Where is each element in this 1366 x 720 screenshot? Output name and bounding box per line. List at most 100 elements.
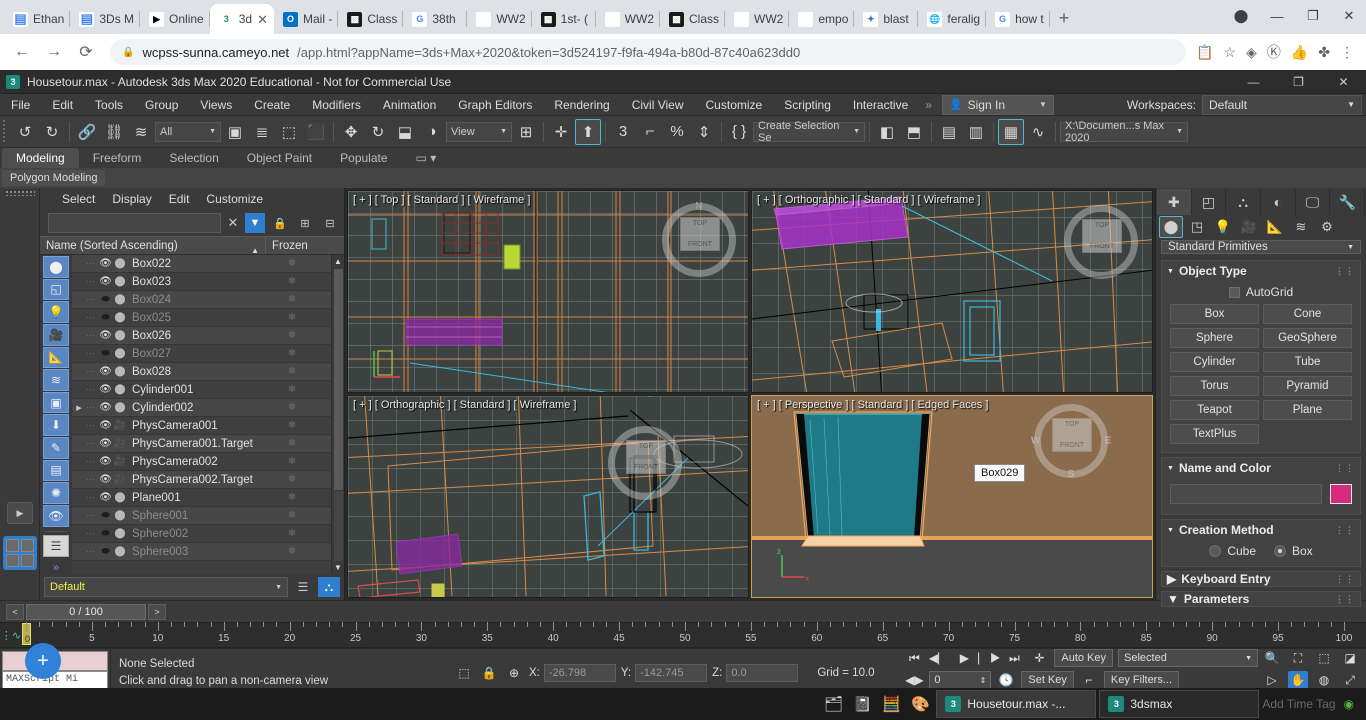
- systems-icon[interactable]: ⚙: [1315, 216, 1339, 238]
- list-item[interactable]: ▶ ⋯ 👁 ⬤ Cylinder002 ❄: [72, 399, 331, 417]
- browser-tab[interactable]: ▤ WW2: [467, 4, 533, 34]
- scroll-up-icon[interactable]: ▲: [334, 255, 342, 268]
- frozen-icon[interactable]: ❄: [253, 402, 331, 413]
- nvidia-icon[interactable]: ◉: [1344, 697, 1354, 711]
- taskbar-window-3dsmax[interactable]: 3 3dsmax: [1099, 690, 1260, 718]
- list-item[interactable]: ⋯ 👁 ⬤ Box028 ❄: [72, 363, 331, 381]
- orbit-icon[interactable]: ◍: [1314, 671, 1334, 689]
- next-frame-button[interactable]: >: [148, 603, 166, 620]
- box-radio[interactable]: Box: [1274, 544, 1313, 558]
- explorer-menu-select[interactable]: Select: [62, 192, 95, 206]
- menu-create[interactable]: Create: [243, 94, 301, 116]
- explorer-icon[interactable]: 🗂: [820, 691, 846, 717]
- list-item[interactable]: ⋯ 👁 ⬤ Box023 ❄: [72, 273, 331, 291]
- pyramid-button[interactable]: Pyramid: [1263, 376, 1352, 396]
- menu-group[interactable]: Group: [134, 94, 189, 116]
- star-icon[interactable]: ☆: [1223, 44, 1236, 61]
- viewport-label[interactable]: [ + ] [ Orthographic ] [ Standard ] [ Wi…: [353, 399, 576, 411]
- time-configuration-icon[interactable]: 🕓: [996, 671, 1016, 689]
- lock-icon[interactable]: 🔒: [270, 213, 290, 233]
- y-coordinate[interactable]: Y:: [621, 663, 708, 682]
- explorer-scrollbar[interactable]: ▲ ▼: [331, 255, 344, 574]
- select-by-name-icon[interactable]: ≣: [249, 119, 275, 145]
- set-key-mode-icon[interactable]: ✛: [1029, 649, 1049, 667]
- go-to-end-icon[interactable]: ⏭: [1004, 649, 1024, 667]
- list-item[interactable]: ⋯ 👁 🎥 PhysCamera002 ❄: [72, 453, 331, 471]
- expand-rail-icon[interactable]: ▶: [7, 502, 33, 524]
- scrollbar-thumb[interactable]: [333, 269, 343, 490]
- visibility-icon[interactable]: ⬬: [98, 546, 113, 557]
- frozen-icon[interactable]: ❄: [253, 420, 331, 431]
- address-bar[interactable]: 🔒 wcpss-sunna.cameyo.net/app.html?appNam…: [110, 39, 1187, 65]
- viewcube[interactable]: TOP FRONT W E S: [1031, 404, 1111, 480]
- window-crossing-icon[interactable]: ⬛: [303, 119, 329, 145]
- expand-all-icon[interactable]: ⊞: [295, 213, 315, 233]
- filter-icon[interactable]: ▼: [245, 213, 265, 233]
- percent-icon[interactable]: %: [664, 119, 690, 145]
- key-filters-button[interactable]: Key Filters...: [1103, 671, 1180, 689]
- angle-snap-icon[interactable]: ⬆: [575, 118, 601, 145]
- add-time-tag-label[interactable]: Add Time Tag: [1262, 697, 1335, 711]
- display-tab[interactable]: 🖵: [1296, 189, 1331, 215]
- tab-selection[interactable]: Selection: [155, 148, 232, 168]
- menu-rendering[interactable]: Rendering: [543, 94, 620, 116]
- visibility-icon[interactable]: 👁: [98, 384, 113, 395]
- browser-tab[interactable]: O Mail -: [274, 4, 339, 34]
- maximize-icon[interactable]: ❐: [1296, 2, 1330, 30]
- column-name[interactable]: Name (Sorted Ascending) ▲: [40, 237, 266, 255]
- scene-object-list[interactable]: ⋯ 👁 ⬤ Box022 ❄ ⋯ 👁 ⬤ Box023 ❄ ⋯ ⬬ ⬤ Box024 ❄ ⋯ ⬬ ⬤ Box0…: [72, 255, 331, 574]
- mirror-icon[interactable]: ◧: [874, 119, 900, 145]
- list-item[interactable]: ⋯ ⬬ ⬤ Sphere002 ❄: [72, 525, 331, 543]
- rollout-header[interactable]: ▼ Creation Method ⋮⋮: [1162, 520, 1360, 540]
- frozen-icon[interactable]: ❄: [253, 294, 331, 305]
- named-selection-icon[interactable]: { }: [726, 119, 752, 145]
- isolate-selection-icon[interactable]: ⊕: [504, 664, 524, 682]
- frozen-icon[interactable]: ❄: [253, 528, 331, 539]
- lights-filter-icon[interactable]: 💡: [43, 301, 69, 323]
- time-config-icon[interactable]: ◀▶: [904, 671, 924, 689]
- z-input[interactable]: [726, 663, 799, 682]
- field-of-view-icon[interactable]: ▷: [1262, 671, 1282, 689]
- kami-icon[interactable]: Ⓚ: [1267, 42, 1281, 62]
- frozen-icon[interactable]: ❄: [253, 456, 331, 467]
- color-swatch[interactable]: [1330, 484, 1352, 504]
- visibility-icon[interactable]: 👁: [98, 258, 113, 269]
- track-bar-toggle-icon[interactable]: ⋮∿: [0, 622, 22, 648]
- layer-select[interactable]: Default ▼: [44, 577, 288, 597]
- key-filters-icon[interactable]: ⌐: [1079, 671, 1099, 689]
- particles-filter-icon[interactable]: ✺: [43, 482, 69, 504]
- menu-customize[interactable]: Customize: [695, 94, 774, 116]
- menu-tools[interactable]: Tools: [84, 94, 134, 116]
- visibility-icon[interactable]: 👁: [98, 330, 113, 341]
- previous-frame-icon[interactable]: ◀⎸: [929, 649, 950, 667]
- plane-button[interactable]: Plane: [1263, 400, 1352, 420]
- frozen-icon[interactable]: ❄: [253, 276, 331, 287]
- spinner-icon[interactable]: ⇕: [980, 676, 987, 685]
- frozen-icon[interactable]: ❄: [253, 492, 331, 503]
- thumb-icon[interactable]: 👍: [1291, 44, 1308, 61]
- modify-tab[interactable]: ◰: [1192, 189, 1227, 215]
- visibility-icon[interactable]: 👁: [98, 276, 113, 287]
- zoom-extents-icon[interactable]: ⬚: [1314, 649, 1334, 667]
- list-view-icon[interactable]: ☰: [43, 535, 69, 558]
- x-input[interactable]: [543, 663, 616, 682]
- browser-tab[interactable]: ▶ Online: [140, 4, 210, 34]
- drag-handle-icon[interactable]: ⋮⋮: [1335, 594, 1355, 605]
- containers-filter-icon[interactable]: ▤: [43, 459, 69, 482]
- checkbox-icon[interactable]: [1228, 286, 1240, 298]
- menu-views[interactable]: Views: [189, 94, 243, 116]
- reference-coord-select[interactable]: View ▼: [446, 121, 512, 142]
- object-name-input[interactable]: [1170, 484, 1322, 504]
- list-item[interactable]: ⋯ 👁 🎥 PhysCamera001 ❄: [72, 417, 331, 435]
- visibility-icon[interactable]: 👁: [98, 402, 113, 413]
- lights-icon[interactable]: 💡: [1211, 216, 1235, 238]
- select-object-icon[interactable]: ▣: [222, 119, 248, 145]
- curve-editor-icon[interactable]: ∿: [1025, 119, 1051, 145]
- menu-graph-editors[interactable]: Graph Editors: [447, 94, 543, 116]
- list-item[interactable]: ⋯ ⬬ ⬤ Box027 ❄: [72, 345, 331, 363]
- browser-tab[interactable]: 🛍 empo: [789, 4, 855, 34]
- teapot-button[interactable]: Teapot: [1170, 400, 1259, 420]
- tab-object-paint[interactable]: Object Paint: [233, 148, 326, 168]
- z-coordinate[interactable]: Z:: [712, 663, 799, 682]
- frozen-icon[interactable]: ❄: [253, 474, 331, 485]
